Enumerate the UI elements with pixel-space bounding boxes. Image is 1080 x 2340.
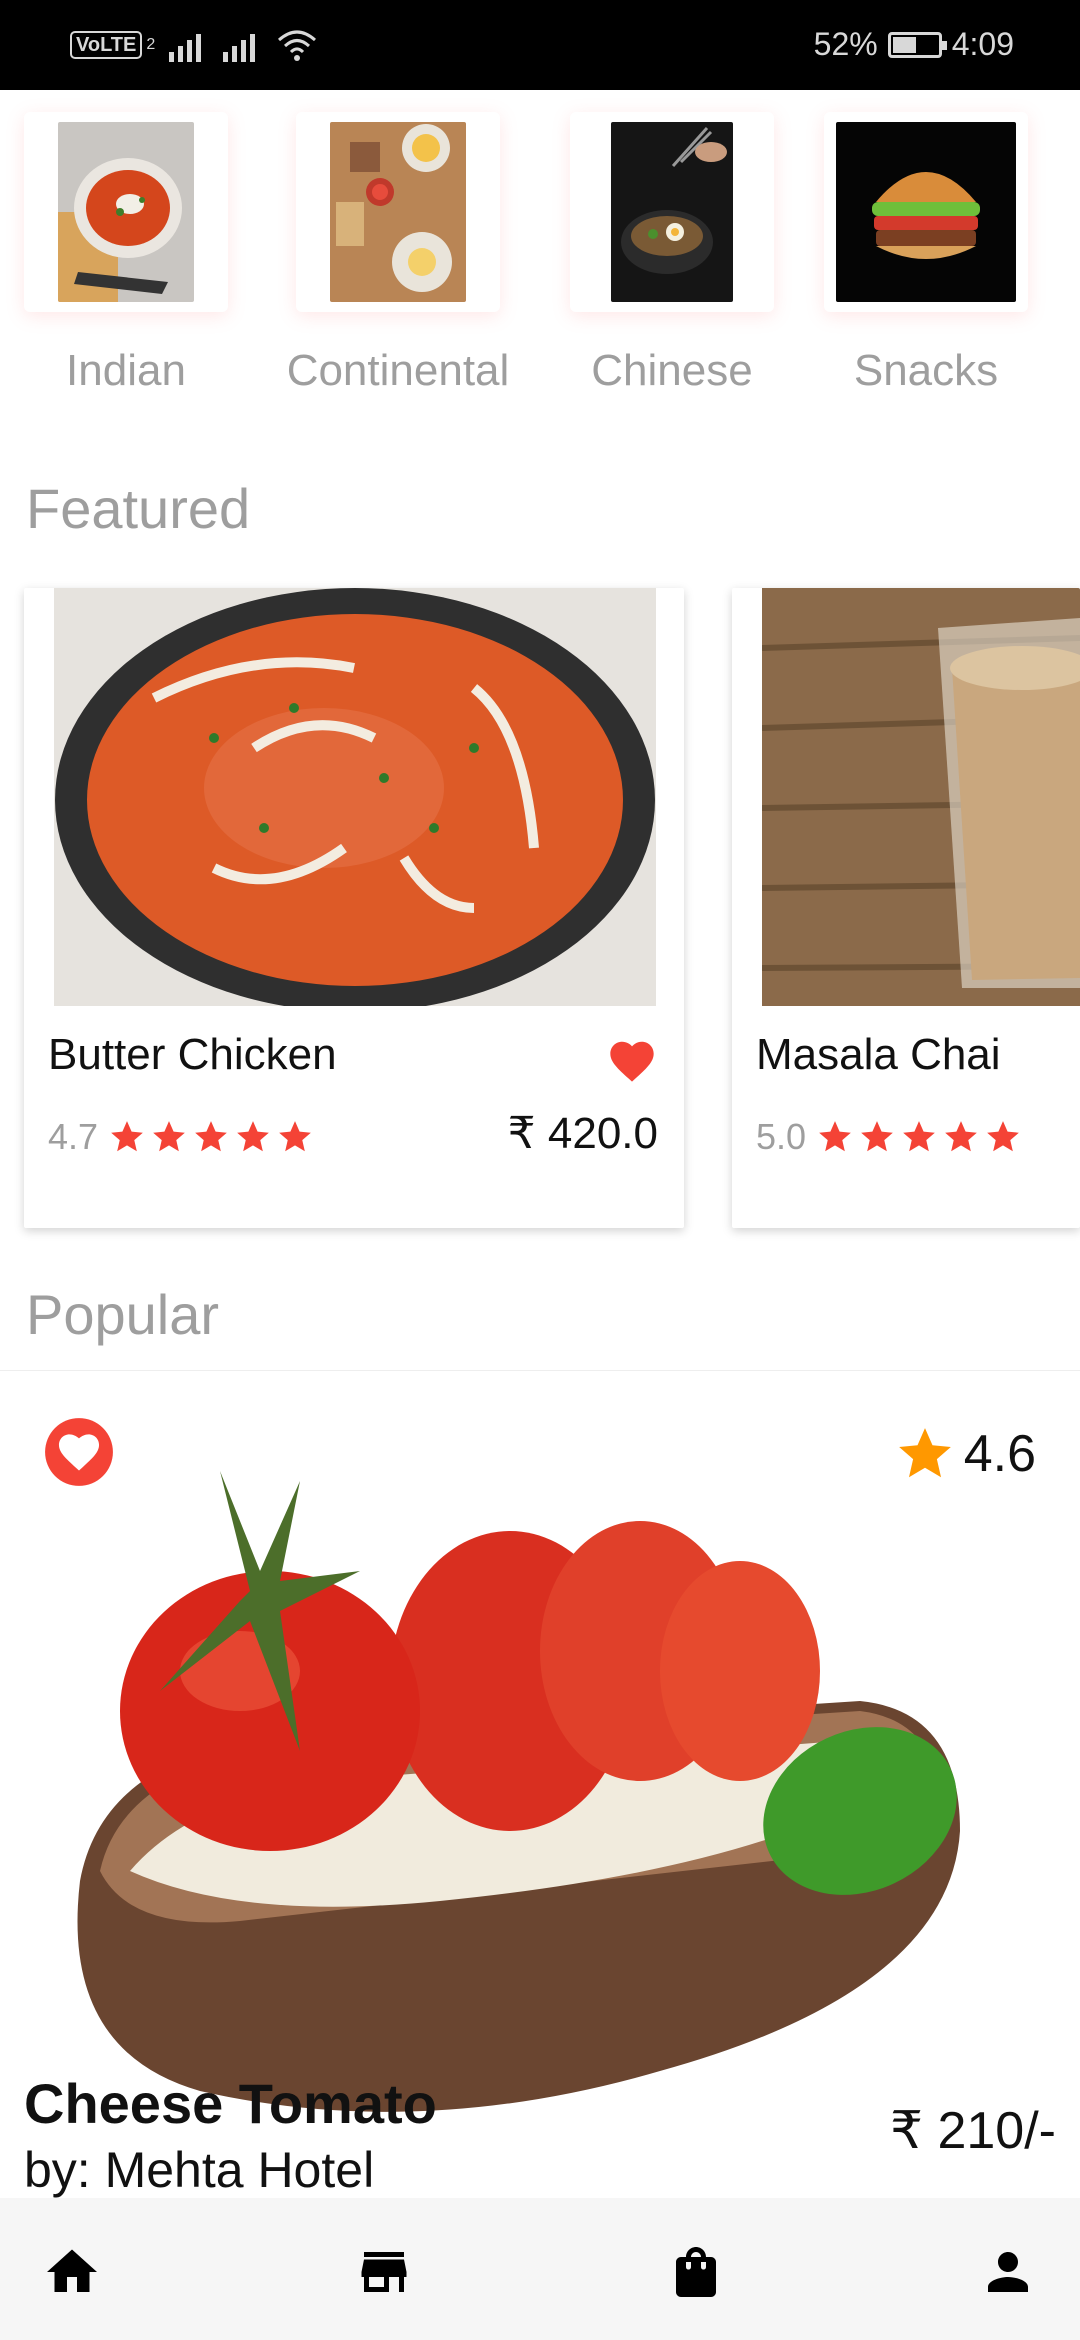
popular-title: Popular	[26, 1283, 220, 1346]
star-icon	[903, 1121, 935, 1152]
nav-home[interactable]	[42, 2242, 102, 2302]
snacks-food-image	[836, 122, 1016, 302]
volte-sim-number: 2	[146, 36, 156, 53]
shopping-bag-icon[interactable]	[666, 2242, 726, 2302]
continental-food-image	[330, 122, 466, 302]
star-icon	[195, 1121, 227, 1152]
status-left: VoLTE 2	[70, 28, 317, 62]
popular-item-price: ₹ 210/-	[889, 2102, 1056, 2160]
category-snacks[interactable]: Snacks	[806, 112, 1046, 396]
featured-item-name: Butter Chicken	[48, 1030, 337, 1079]
volte-indicator: VoLTE	[70, 31, 143, 59]
featured-rating: 4.7	[48, 1116, 314, 1158]
heart-filled-icon[interactable]	[606, 1036, 658, 1084]
star-icon	[111, 1121, 143, 1152]
star-icon	[153, 1121, 185, 1152]
signal-icon	[223, 28, 263, 62]
category-card[interactable]	[570, 112, 774, 312]
masala-chai-image	[762, 588, 1080, 1006]
butter-chicken-image	[54, 588, 656, 1006]
star-icon	[279, 1121, 311, 1152]
star-icon	[861, 1121, 893, 1152]
battery-icon	[887, 31, 947, 58]
popular-rating: 4.6	[894, 1423, 1036, 1485]
featured-rating: 5.0	[756, 1116, 1022, 1158]
featured-item-name: Masala Chai	[756, 1030, 1001, 1079]
signal-icon	[169, 28, 209, 62]
category-card[interactable]	[824, 112, 1028, 312]
star-rating	[108, 1118, 314, 1156]
category-label: Indian	[66, 346, 186, 395]
category-label: Snacks	[853, 346, 999, 395]
featured-card-masala-chai[interactable]: Masala Chai 5.0	[732, 588, 1080, 1228]
star-icon	[237, 1121, 269, 1152]
store-icon[interactable]	[354, 2242, 414, 2302]
category-chinese[interactable]: Chinese	[552, 112, 792, 396]
category-continental[interactable]: Continental	[278, 112, 518, 396]
popular-item-vendor: by: Mehta Hotel	[24, 2142, 375, 2198]
rating-value: 5.0	[756, 1116, 807, 1157]
category-card[interactable]	[24, 112, 228, 312]
nav-account[interactable]	[978, 2242, 1038, 2302]
status-right: 52% 4:09	[814, 26, 1014, 63]
star-icon	[987, 1121, 1019, 1152]
featured-item-price: ₹ 420.0	[507, 1109, 658, 1158]
wifi-icon	[278, 30, 317, 61]
battery-fill	[892, 36, 916, 53]
heart-outline-icon[interactable]	[42, 1415, 116, 1489]
nav-cart[interactable]	[666, 2242, 726, 2302]
rating-value: 4.7	[48, 1116, 99, 1157]
battery-percent: 52%	[813, 26, 878, 62]
featured-title: Featured	[26, 477, 251, 540]
category-label: Continental	[286, 346, 510, 395]
chinese-food-image	[611, 122, 733, 302]
featured-card-butter-chicken[interactable]: Butter Chicken 4.7 ₹ 420.0	[24, 588, 684, 1228]
popular-card-cheese-tomato[interactable]: 4.6 Cheese Tomato by: Mehta Hotel ₹ 210/…	[0, 1370, 1080, 2200]
category-indian[interactable]: Indian	[6, 112, 246, 396]
cheese-tomato-image	[77, 1471, 960, 2112]
account-icon[interactable]	[978, 2242, 1038, 2302]
star-icon	[819, 1121, 851, 1152]
star-rating	[816, 1118, 1022, 1156]
popular-item-name: Cheese Tomato	[24, 2072, 437, 2135]
rating-value: 4.6	[963, 1425, 1036, 1483]
star-icon	[898, 1428, 951, 1478]
bottom-nav	[0, 2198, 1080, 2340]
category-list[interactable]: Indian Continental Chinese Snacks	[0, 90, 1080, 420]
category-card[interactable]	[296, 112, 500, 312]
category-label: Chinese	[591, 346, 753, 395]
status-bar: VoLTE 2 52% 4:09	[0, 0, 1080, 90]
home-icon[interactable]	[42, 2242, 102, 2302]
star-icon	[945, 1121, 977, 1152]
indian-food-image	[58, 122, 194, 302]
clock: 4:09	[951, 26, 1014, 62]
nav-store[interactable]	[354, 2242, 414, 2302]
